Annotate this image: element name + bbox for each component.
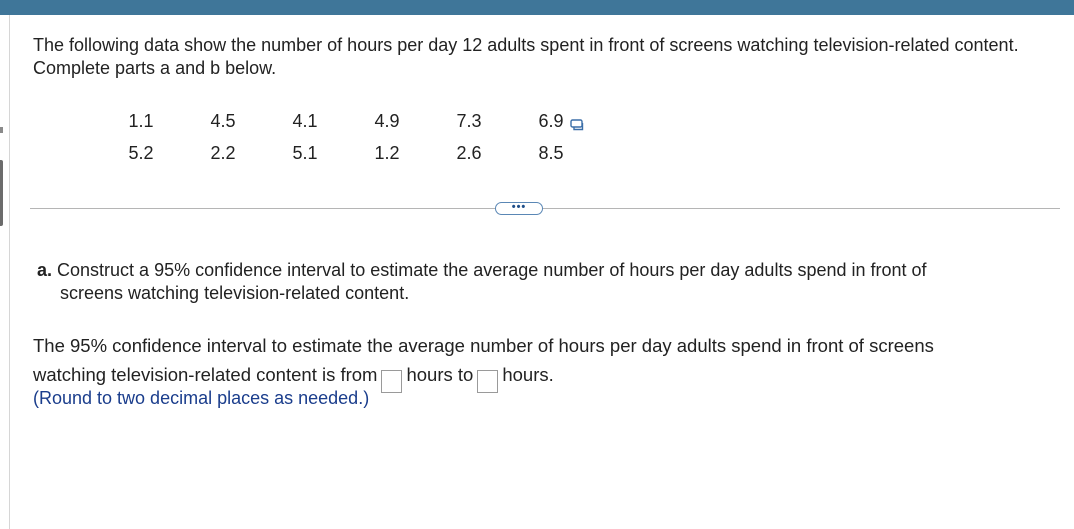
data-table: 1.1 4.5 4.1 4.9 7.3 6.9 5.2 2.2 5.1 1.2 … [100, 105, 592, 169]
part-a-prompt: a. Construct a 95% confidence interval t… [37, 259, 1027, 305]
table-cell: 4.9 [374, 110, 400, 131]
answer-end: hours. [502, 364, 554, 385]
ellipsis-icon: ••• [511, 200, 527, 213]
part-a-text-line1: Construct a 95% confidence interval to e… [57, 260, 927, 280]
table-row: 5.2 2.2 5.1 1.2 2.6 8.5 [100, 137, 592, 169]
table-cell: 1.1 [128, 110, 154, 131]
copy-data-icon[interactable] [569, 115, 584, 130]
part-a-label: a. [37, 260, 53, 280]
cell-wrap: 6.9 [538, 110, 583, 132]
left-margin-rule [9, 15, 10, 529]
table-cell: 4.5 [210, 110, 236, 131]
table-cell-last: 6.9 [510, 105, 592, 137]
lower-bound-input[interactable] [381, 369, 403, 393]
table-cell: 5.1 [292, 142, 318, 163]
table-cell: 2.2 [210, 142, 236, 163]
part-a-text-line2: screens watching television-related cont… [60, 283, 410, 303]
answer-statement: The 95% confidence interval to estimate … [33, 331, 1063, 393]
table-cell-value: 6.9 [538, 110, 564, 131]
answer-between: hours to [406, 364, 474, 385]
left-scroll-handle[interactable] [0, 160, 3, 226]
table-row: 1.1 4.5 4.1 4.9 7.3 6.9 [100, 105, 592, 137]
question-intro: The following data show the number of ho… [33, 35, 1019, 78]
copy-data-icon-svg [569, 118, 583, 130]
answer-line1: The 95% confidence interval to estimate … [33, 335, 934, 356]
table-cell: 1.2 [374, 142, 400, 163]
table-cell: 5.2 [128, 142, 154, 163]
top-bar [0, 0, 1074, 15]
table-cell: 8.5 [538, 142, 564, 163]
table-cell: 7.3 [456, 110, 482, 131]
more-options-button[interactable]: ••• [495, 200, 543, 215]
section-divider [30, 208, 1060, 209]
left-edge-marker [0, 127, 3, 133]
table-cell: 2.6 [456, 142, 482, 163]
rounding-hint: (Round to two decimal places as needed.) [33, 388, 370, 408]
table-cell: 4.1 [292, 110, 318, 131]
upper-bound-input[interactable] [477, 369, 499, 393]
answer-line2-start: watching television-related content is f… [33, 364, 378, 385]
